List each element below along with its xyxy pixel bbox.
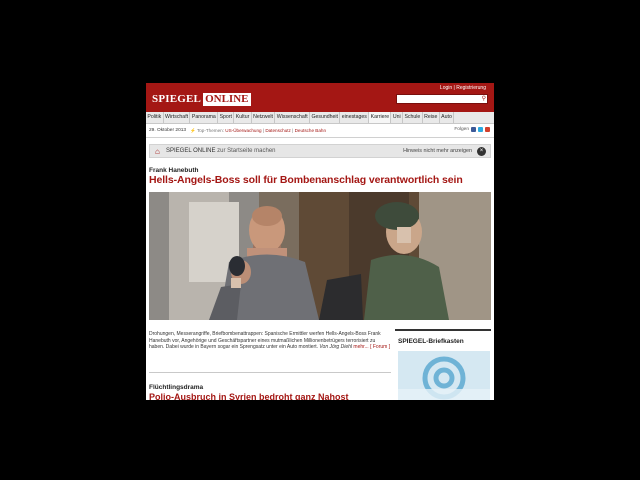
startpage-text[interactable]: SPIEGEL ONLINE zur Startseite machen — [166, 148, 276, 154]
article-kicker: Frank Hanebuth — [149, 167, 199, 174]
login-links: Login | Registrierung — [440, 85, 486, 91]
googleplus-icon[interactable] — [485, 127, 490, 132]
login-separator: | — [453, 85, 455, 91]
browser-page: SPIEGEL ONLINE Login | Registrierung ⚲ P… — [146, 83, 494, 400]
nav-item-schule[interactable]: Schule — [403, 112, 423, 123]
top-themes-label: Top-Themen: — [196, 128, 225, 133]
nav-item-karriere[interactable]: Karriere — [369, 112, 392, 123]
nav-item-sport[interactable]: Sport — [218, 112, 235, 123]
nav-item-auto[interactable]: Auto — [440, 112, 455, 123]
search-icon[interactable]: ⚲ — [482, 95, 486, 103]
nav-item-gesundheit[interactable]: Gesundheit — [310, 112, 341, 123]
startpage-banner: ⌂ SPIEGEL ONLINE zur Startseite machen H… — [149, 144, 491, 158]
top-theme-link[interactable]: US-Überwachung — [225, 128, 261, 133]
article-photo[interactable] — [149, 192, 491, 320]
follow-label: Folgen — [454, 127, 469, 132]
twitter-icon[interactable] — [478, 127, 483, 132]
nav-item-reise[interactable]: Reise — [423, 112, 440, 123]
article-teaser: Drohungen, Messerangriffe, Briefbombenat… — [149, 331, 391, 351]
nav-item-wirtschaft[interactable]: Wirtschaft — [164, 112, 191, 123]
register-link[interactable]: Registrierung — [456, 85, 486, 91]
home-icon[interactable]: ⌂ — [155, 147, 160, 156]
nav-item-einestages[interactable]: einestages — [340, 112, 370, 123]
main-navigation: Politik Wirtschaft Panorama Sport Kultur… — [146, 112, 494, 124]
sidebar-briefkasten: SPIEGEL-Briefkasten — [395, 329, 491, 400]
top-themes: ⚡ Top-Themen: US-Überwachung | Datenschu… — [190, 128, 327, 133]
article-author: Von Jörg Diehl — [319, 344, 353, 351]
forum-link[interactable]: [ Forum ] — [370, 344, 390, 350]
article2-kicker: Flüchtlingsdrama — [149, 384, 204, 391]
at-sign-icon — [398, 351, 490, 400]
article-divider — [149, 372, 391, 373]
article2-headline[interactable]: Polio-Ausbruch in Syrien bedroht ganz Na… — [149, 392, 349, 400]
nav-item-wissenschaft[interactable]: Wissenschaft — [275, 112, 311, 123]
top-themes-icon: ⚡ — [190, 128, 196, 133]
article-headline[interactable]: Hells-Angels-Boss soll für Bombenanschla… — [149, 174, 463, 186]
nav-item-netzwelt[interactable]: Netzwelt — [252, 112, 276, 123]
search-input[interactable]: ⚲ — [396, 94, 488, 104]
startpage-suffix: zur Startseite machen — [215, 148, 276, 154]
top-bar: 29. Oktober 2013 ⚡ Top-Themen: US-Überwa… — [146, 124, 494, 138]
briefkasten-title[interactable]: SPIEGEL-Briefkasten — [398, 338, 464, 345]
nav-item-kultur[interactable]: Kultur — [234, 112, 252, 123]
close-icon[interactable]: × — [477, 147, 486, 156]
spiegel-online-logo[interactable]: SPIEGEL ONLINE — [152, 92, 251, 106]
site-header: SPIEGEL ONLINE Login | Registrierung ⚲ — [146, 83, 494, 112]
login-link[interactable]: Login — [440, 85, 452, 91]
hide-notice-link[interactable]: Hinweis nicht mehr anzeigen — [403, 148, 472, 154]
nav-item-uni[interactable]: Uni — [391, 112, 404, 123]
logo-text-online: ONLINE — [203, 92, 251, 106]
follow-links: Folgen — [454, 127, 490, 132]
startpage-brand: SPIEGEL ONLINE — [166, 148, 216, 154]
article-photo-illustration — [149, 192, 491, 320]
current-date: 29. Oktober 2013 — [149, 128, 187, 133]
top-theme-link[interactable]: Datenschutz — [265, 128, 291, 133]
briefkasten-image[interactable] — [398, 351, 490, 400]
read-more-link[interactable]: mehr... — [353, 344, 368, 350]
facebook-icon[interactable] — [471, 127, 476, 132]
nav-item-panorama[interactable]: Panorama — [190, 112, 219, 123]
logo-text-spiegel: SPIEGEL — [152, 93, 202, 105]
nav-item-politik[interactable]: Politik — [146, 112, 164, 123]
top-theme-link[interactable]: Deutsche Bahn — [295, 128, 326, 133]
